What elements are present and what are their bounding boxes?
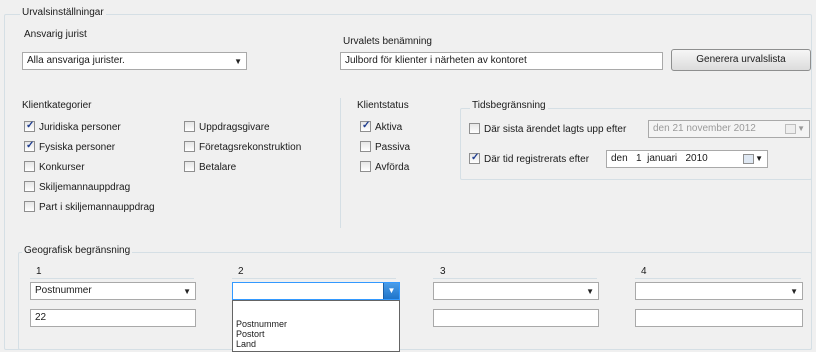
chevron-down-icon: ▼ (586, 287, 594, 296)
checkbox-box[interactable] (24, 161, 35, 172)
date-picker-value: den 1 januari 2010 (611, 153, 708, 164)
last-case-date-picker[interactable]: den 21 november 2012 ▼ (648, 120, 810, 138)
geo-combo-4[interactable]: ▼ (635, 282, 803, 300)
checkbox-label: Konkurser (39, 162, 85, 173)
calendar-icon (743, 154, 754, 164)
geo-column-number: 4 (641, 266, 647, 277)
check-icon: ✓ (26, 120, 35, 131)
selection-name-input[interactable]: Julbord för klienter i närheten av konto… (340, 52, 663, 70)
date-picker-value: den 21 november 2012 (653, 123, 756, 134)
geo-combo-value: Postnummer (35, 285, 92, 296)
check-icon: ✓ (471, 152, 480, 163)
calendar-icon (785, 124, 796, 134)
column-tick (232, 278, 396, 279)
checkbox-box[interactable]: ✓ (360, 120, 371, 132)
section-divider (340, 98, 341, 228)
column-tick (433, 278, 597, 279)
checkbox-box[interactable] (184, 141, 195, 152)
checkbox-box[interactable]: ✓ (24, 140, 35, 152)
main-settings-title: Urvalsinställningar (20, 7, 106, 18)
responsible-combo[interactable]: Alla ansvariga jurister. ▼ (22, 52, 247, 70)
checkbox-box[interactable] (360, 141, 371, 152)
column-tick (635, 278, 801, 279)
checkbox-box[interactable]: ✓ (24, 120, 35, 132)
checkbox-box[interactable] (24, 181, 35, 192)
chevron-down-icon[interactable]: ▼ (383, 283, 399, 299)
checkbox-label: Juridiska personer (39, 122, 121, 133)
responsible-label: Ansvarig jurist (24, 29, 87, 40)
checkbox-label: Part i skiljemannauppdrag (39, 202, 155, 213)
checkbox-avforda[interactable]: Avförda (360, 161, 409, 174)
checkbox-label: Företagsrekonstruktion (199, 142, 302, 153)
client-categories-title: Klientkategorier (20, 100, 94, 111)
geo-column-number: 3 (440, 266, 446, 277)
checkbox-label: Betalare (199, 162, 237, 173)
checkbox-aktiva[interactable]: ✓ Aktiva (360, 120, 403, 134)
geo-text-1[interactable]: 22 (30, 309, 196, 327)
checkbox-foretagsrekonstruktion[interactable]: Företagsrekonstruktion (184, 141, 301, 154)
time-limit-group (460, 108, 812, 180)
checkbox-label: Passiva (375, 142, 411, 153)
geo-combo-1[interactable]: Postnummer ▼ (30, 282, 196, 300)
time-limit-title: Tidsbegränsning (470, 100, 548, 111)
checkbox-part-i-skiljemannauppdrag[interactable]: Part i skiljemannauppdrag (24, 201, 155, 214)
geo-dropdown-list[interactable]: Postnummer Postort Land (232, 300, 400, 352)
geo-column-number: 2 (238, 266, 244, 277)
dropdown-option[interactable]: Postort (233, 329, 399, 339)
checkbox-label: Fysiska personer (39, 142, 116, 153)
checkbox-label: Skiljemannauppdrag (39, 182, 131, 193)
checkbox-juridiska-personer[interactable]: ✓ Juridiska personer (24, 120, 121, 134)
checkbox-box[interactable] (184, 161, 195, 172)
chevron-down-icon: ▼ (183, 287, 191, 296)
responsible-combo-value: Alla ansvariga jurister. (27, 55, 125, 66)
checkbox-box[interactable] (24, 201, 35, 212)
check-icon: ✓ (26, 140, 35, 151)
selection-name-label: Urvalets benämning (343, 36, 432, 47)
client-status-title: Klientstatus (355, 100, 411, 111)
checkbox-passiva[interactable]: Passiva (360, 141, 410, 154)
checkbox-label: Aktiva (375, 122, 403, 133)
registered-date-picker[interactable]: den 1 januari 2010 ▼ (606, 150, 768, 168)
checkbox-time-registered-after[interactable]: ✓ Där tid registrerats efter (469, 152, 590, 166)
checkbox-box[interactable] (184, 121, 195, 132)
column-tick (30, 278, 194, 279)
geo-title: Geografisk begränsning (22, 245, 133, 256)
checkbox-box[interactable]: ✓ (469, 152, 480, 164)
geo-combo-3[interactable]: ▼ (433, 282, 599, 300)
checkbox-konkurser[interactable]: Konkurser (24, 161, 85, 174)
chevron-down-icon: ▼ (797, 124, 805, 133)
dropdown-option[interactable]: Postnummer (233, 319, 399, 329)
check-icon: ✓ (362, 120, 371, 131)
checkbox-last-case-after[interactable]: Där sista ärendet lagts upp efter (469, 123, 626, 136)
checkbox-label: Avförda (375, 162, 410, 173)
checkbox-fysiska-personer[interactable]: ✓ Fysiska personer (24, 140, 116, 154)
chevron-down-icon: ▼ (234, 57, 242, 66)
checkbox-label: Där tid registrerats efter (484, 154, 590, 165)
chevron-down-icon: ▼ (755, 154, 763, 163)
checkbox-box[interactable] (360, 161, 371, 172)
geo-group (18, 252, 812, 350)
chevron-down-icon: ▼ (790, 287, 798, 296)
dropdown-option[interactable]: Land (233, 339, 399, 349)
checkbox-betalare[interactable]: Betalare (184, 161, 236, 174)
geo-column-number: 1 (36, 266, 42, 277)
checkbox-skiljemannauppdrag[interactable]: Skiljemannauppdrag (24, 181, 130, 194)
geo-text-3[interactable] (433, 309, 599, 327)
checkbox-uppdragsgivare[interactable]: Uppdragsgivare (184, 121, 270, 134)
generate-list-button[interactable]: Generera urvalslista (671, 49, 811, 71)
checkbox-label: Uppdragsgivare (199, 122, 270, 133)
checkbox-box[interactable] (469, 123, 480, 134)
checkbox-label: Där sista ärendet lagts upp efter (484, 124, 627, 135)
geo-text-4[interactable] (635, 309, 803, 327)
geo-combo-2[interactable]: ▼ (232, 282, 400, 300)
